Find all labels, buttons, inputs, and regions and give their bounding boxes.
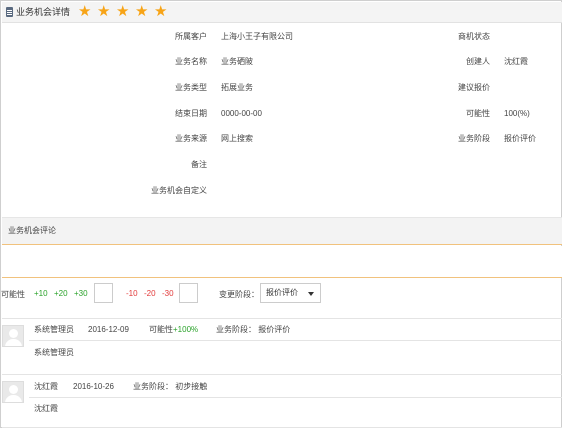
opportunity-status-label: 商机状态: [458, 32, 490, 41]
comment-possibility-value: +100%: [173, 325, 199, 334]
stage-select[interactable]: 报价评价: [260, 283, 321, 303]
stage-value: 报价评价: [504, 134, 536, 143]
possibility-value: 100(%): [504, 109, 530, 118]
star-icon[interactable]: ★: [78, 4, 93, 19]
divider: [29, 340, 562, 341]
suggested-quote-label: 建议报价: [458, 83, 490, 92]
business-type-label: 业务类型: [175, 83, 207, 92]
minus-custom-input[interactable]: [179, 283, 198, 303]
avatar: [2, 325, 24, 347]
possibility-controls: 可能性 +10 +20 +30 -10 -20 -30 变更阶段： 报价评价: [1, 281, 561, 305]
plus-10-button[interactable]: +10: [34, 289, 48, 299]
business-name-label: 业务名称: [175, 57, 207, 66]
comment-author: 沈红霞: [34, 382, 58, 391]
star-icon[interactable]: ★: [154, 4, 169, 19]
minus-10-button[interactable]: -10: [126, 289, 138, 299]
document-icon: [6, 7, 13, 17]
evaluation-title: 业务机会评论: [8, 226, 56, 235]
customer-label: 所属客户: [175, 32, 207, 41]
divider: [29, 397, 562, 398]
caret-down-icon: [308, 292, 314, 296]
comment-body: 系统管理员: [34, 348, 74, 357]
comment-possibility-prefix: 可能性: [149, 325, 173, 334]
business-name-value: 业务硒陂: [221, 57, 253, 66]
star-icon[interactable]: ★: [97, 4, 112, 19]
comment-input[interactable]: [2, 246, 562, 278]
change-stage-label: 变更阶段：: [219, 290, 259, 299]
plus-20-button[interactable]: +20: [54, 289, 68, 299]
panel-title: 业务机会详情: [16, 7, 71, 17]
note-label: 备注: [191, 160, 207, 169]
comment-date: 2016-10-26: [73, 382, 114, 391]
stage-label: 业务阶段: [458, 134, 490, 143]
source-value: 网上搜索: [221, 134, 253, 143]
comment-stage: 业务阶段： 初步接触: [133, 382, 208, 391]
divider: [2, 374, 562, 375]
comment-date: 2016-12-09: [88, 325, 129, 334]
detail-panel: 业务机会详情 ★ ★ ★ ★ ★ 所属客户 上海小王子有限公司 业务名称 业务硒…: [0, 0, 562, 428]
customer-value: 上海小王子有限公司: [221, 32, 293, 41]
comment-body: 沈红霞: [34, 404, 58, 413]
source-label: 业务来源: [175, 134, 207, 143]
plus-30-button[interactable]: +30: [74, 289, 88, 299]
comment-possibility: 可能性+100%: [149, 325, 198, 335]
plus-custom-input[interactable]: [94, 283, 113, 303]
creator-label: 创建人: [466, 57, 490, 66]
divider: [2, 318, 562, 319]
minus-30-button[interactable]: -30: [162, 289, 174, 299]
end-date-label: 结束日期: [175, 109, 207, 118]
custom-fields-label: 业务机会自定义: [151, 186, 207, 195]
creator-value: 沈红霞: [504, 57, 528, 66]
possibility-label: 可能性: [466, 109, 490, 118]
business-type-value: 拓展业务: [221, 83, 253, 92]
comment-author: 系统管理员: [34, 325, 74, 334]
star-icon[interactable]: ★: [116, 4, 131, 19]
panel-header: 业务机会详情 ★ ★ ★ ★ ★: [2, 2, 562, 23]
stage-select-value: 报价评价: [266, 288, 298, 297]
evaluation-section-header: 业务机会评论: [2, 217, 562, 245]
comment-stage: 业务阶段： 报价评价: [216, 325, 291, 334]
minus-20-button[interactable]: -20: [144, 289, 156, 299]
star-icon[interactable]: ★: [135, 4, 150, 19]
end-date-value: 0000-00-00: [221, 109, 262, 118]
possibility-adjust-label: 可能性: [1, 290, 25, 299]
rating-stars[interactable]: ★ ★ ★ ★ ★: [78, 4, 169, 22]
avatar: [2, 381, 24, 403]
